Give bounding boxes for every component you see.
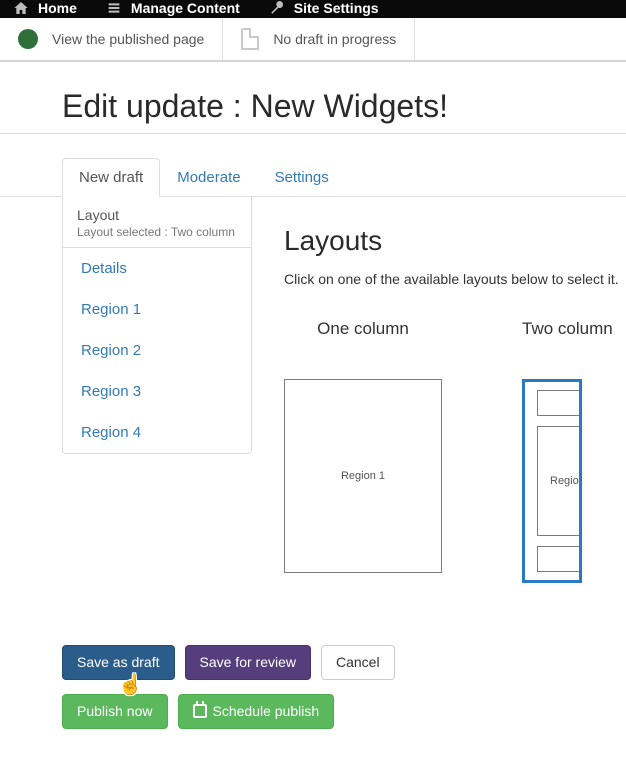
nav-manage-content[interactable]: Manage Content — [105, 0, 240, 18]
layout-one-thumb[interactable]: Region 1 — [284, 379, 442, 573]
page-title: Edit update : New Widgets! — [62, 88, 626, 125]
tab-settings[interactable]: Settings — [258, 158, 346, 197]
layout-one-region-label: Region 1 — [285, 470, 441, 482]
layouts-hint: Click on one of the available layouts be… — [284, 271, 626, 287]
sidebar-link-region-4[interactable]: Region 4 — [63, 412, 251, 453]
editor-sidebar: Layout Layout selected : Two column Deta… — [62, 197, 252, 454]
layout-two-thumb-selected[interactable]: Region 1 — [522, 379, 582, 583]
sidebar-link-region-2[interactable]: Region 2 — [63, 330, 251, 371]
tabs: New draft Moderate Settings — [0, 158, 626, 197]
nav-manage-content-label: Manage Content — [131, 0, 240, 16]
view-published-label: View the published page — [52, 31, 204, 47]
layout-option-two-column[interactable]: Two column Region 1 — [522, 319, 613, 583]
title-divider — [0, 133, 626, 134]
schedule-publish-label: Schedule publish — [213, 703, 320, 720]
layouts-panel: Layouts Click on one of the available la… — [252, 197, 626, 583]
view-published-link[interactable]: View the published page — [0, 18, 223, 60]
sidebar-layout-selected: Layout selected : Two column — [77, 225, 237, 239]
tab-new-draft[interactable]: New draft — [62, 158, 160, 197]
calendar-icon — [193, 704, 207, 718]
list-icon — [105, 0, 123, 16]
cancel-button[interactable]: Cancel — [321, 645, 395, 680]
layouts-title: Layouts — [284, 225, 626, 257]
nav-home-label: Home — [38, 0, 77, 16]
nav-site-settings-label: Site Settings — [294, 0, 379, 16]
publish-now-button[interactable]: Publish now — [62, 694, 168, 729]
action-buttons: Save as draft Save for review Cancel Pub… — [62, 645, 402, 729]
admin-top-nav: Home Manage Content Site Settings — [0, 0, 626, 18]
sidebar-link-region-1[interactable]: Region 1 — [63, 289, 251, 330]
save-for-review-button[interactable]: Save for review — [185, 645, 311, 680]
sidebar-link-region-3[interactable]: Region 3 — [63, 371, 251, 412]
draft-status: No draft in progress — [223, 18, 415, 60]
nav-site-settings[interactable]: Site Settings — [268, 0, 379, 18]
status-bar: View the published page No draft in prog… — [0, 18, 626, 62]
sidebar-layout-label: Layout — [77, 207, 237, 223]
layout-one-caption: One column — [284, 319, 442, 339]
layout-two-region-label: Region 1 — [550, 475, 582, 487]
schedule-publish-button[interactable]: Schedule publish — [178, 694, 335, 729]
draft-status-label: No draft in progress — [273, 31, 396, 47]
published-dot-icon — [18, 29, 38, 49]
wrench-icon — [268, 0, 286, 16]
layout-option-one-column[interactable]: One column Region 1 — [284, 319, 442, 583]
sidebar-layout-head[interactable]: Layout Layout selected : Two column — [63, 197, 251, 248]
sidebar-link-details[interactable]: Details — [63, 248, 251, 289]
home-icon — [12, 0, 30, 16]
file-icon — [241, 28, 259, 50]
layout-two-region-box — [537, 546, 582, 572]
layout-two-region-main: Region 1 — [537, 426, 582, 536]
layout-two-region-box — [537, 390, 582, 416]
nav-home[interactable]: Home — [12, 0, 77, 18]
layout-two-caption: Two column — [522, 319, 613, 339]
save-as-draft-button[interactable]: Save as draft — [62, 645, 175, 680]
tab-moderate[interactable]: Moderate — [160, 158, 257, 197]
